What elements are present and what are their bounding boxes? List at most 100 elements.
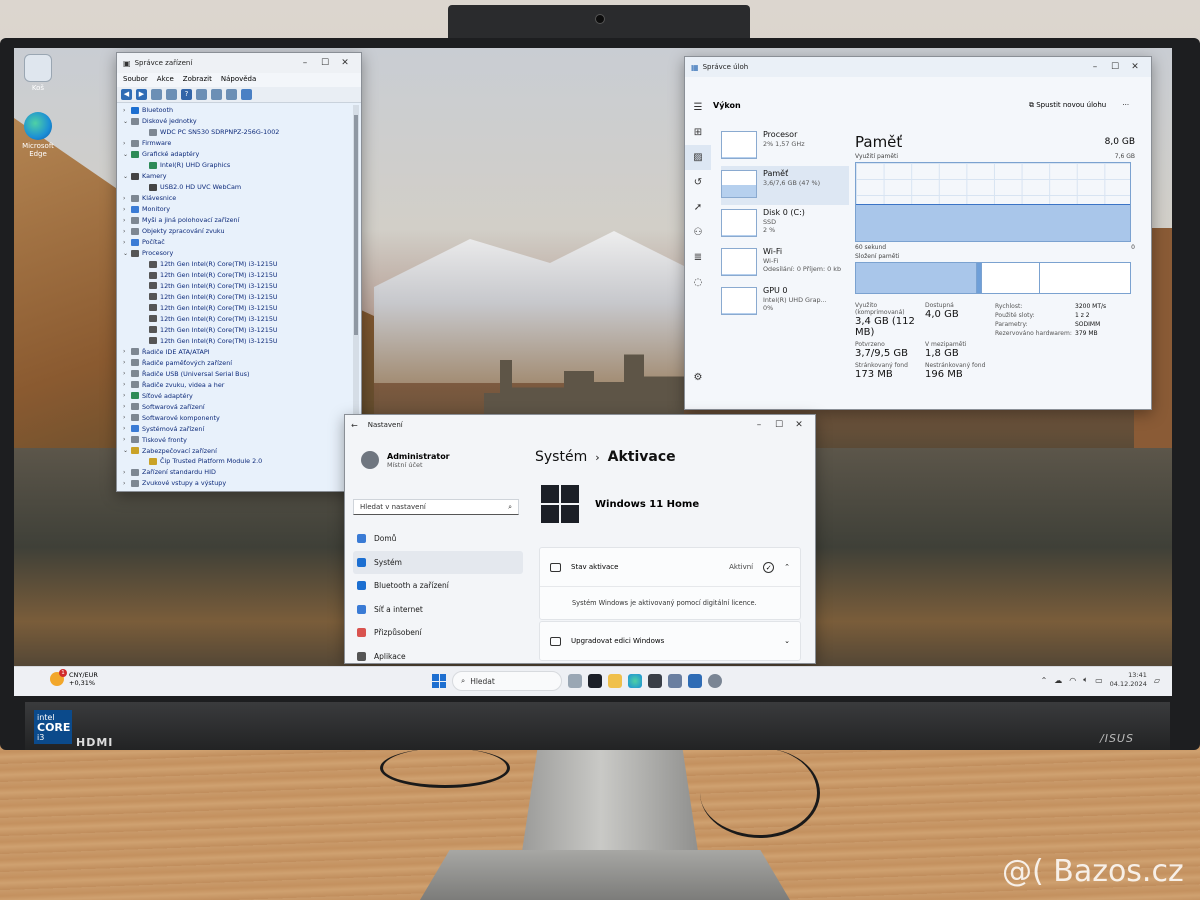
- device-item[interactable]: Čip Trusted Platform Module 2.0: [123, 456, 361, 467]
- device-item[interactable]: 12th Gen Intel(R) Core(TM) i3-1215U: [123, 313, 361, 324]
- device-item[interactable]: 12th Gen Intel(R) Core(TM) i3-1215U: [123, 302, 361, 313]
- user-profile[interactable]: Administrator Místní účet: [361, 451, 450, 469]
- chevron-up-icon[interactable]: ⌃: [1041, 676, 1048, 685]
- chevron-right-icon[interactable]: ›: [123, 359, 131, 366]
- monitor-scan-icon[interactable]: [241, 89, 252, 100]
- device-category[interactable]: › Softwarové komponenty: [123, 412, 361, 423]
- battery-icon[interactable]: ▭: [1095, 676, 1103, 685]
- maximize-button[interactable]: ☐: [769, 420, 789, 430]
- chevron-right-icon[interactable]: ›: [123, 239, 131, 246]
- device-category[interactable]: › Zařízení standardu HID: [123, 467, 361, 478]
- device-item[interactable]: 12th Gen Intel(R) Core(TM) i3-1215U: [123, 270, 361, 281]
- settings-titlebar[interactable]: ← Nastavení – ☐ ✕: [345, 415, 815, 435]
- maximize-button[interactable]: ☐: [1105, 62, 1125, 72]
- start-button[interactable]: [432, 674, 446, 688]
- resource-item[interactable]: Disk 0 (C:) SSD 2 %: [721, 205, 849, 244]
- nav-item[interactable]: Síť a internet: [353, 598, 523, 622]
- details-list-icon[interactable]: ≣: [685, 245, 711, 270]
- task-manager-titlebar[interactable]: ▦ Správce úloh – ☐ ✕: [685, 57, 1151, 77]
- resource-item[interactable]: Paměť 3,6/7,6 GB (47 %): [721, 166, 849, 205]
- nav-item[interactable]: Bluetooth a zařízení: [353, 574, 523, 598]
- widgets-button[interactable]: 1 CNY/EUR +0,31%: [50, 669, 98, 687]
- services-icon[interactable]: ◌: [685, 270, 711, 295]
- maximize-button[interactable]: ☐: [315, 58, 335, 68]
- device-category[interactable]: › Objekty zpracování zvuku: [123, 226, 361, 237]
- chevron-right-icon[interactable]: ›: [123, 107, 131, 114]
- device-item[interactable]: 12th Gen Intel(R) Core(TM) i3-1215U: [123, 259, 361, 270]
- device-category[interactable]: ⌄ Grafické adaptéry: [123, 149, 361, 160]
- nav-item[interactable]: Přizpůsobení: [353, 621, 523, 645]
- chevron-right-icon[interactable]: ›: [123, 381, 131, 388]
- wifi-icon[interactable]: ◠: [1069, 676, 1076, 685]
- nav-item[interactable]: Aplikace: [353, 645, 523, 664]
- run-new-task-button[interactable]: ⧉ Spustit novou úlohu ···: [1029, 101, 1129, 110]
- close-button[interactable]: ✕: [335, 58, 355, 68]
- chevron-down-icon[interactable]: ⌄: [123, 250, 131, 257]
- device-category[interactable]: › Síťové adaptéry: [123, 390, 361, 401]
- device-item[interactable]: 12th Gen Intel(R) Core(TM) i3-1215U: [123, 291, 361, 302]
- device-item[interactable]: 12th Gen Intel(R) Core(TM) i3-1215U: [123, 281, 361, 292]
- history-icon[interactable]: ↺: [685, 170, 711, 195]
- device-category[interactable]: ⌄ Procesory: [123, 248, 361, 259]
- device-category[interactable]: › Klávesnice: [123, 193, 361, 204]
- notifications-icon[interactable]: ▱: [1154, 676, 1160, 685]
- chevron-down-icon[interactable]: ⌄: [123, 173, 131, 180]
- device-category[interactable]: › Softwarová zařízení: [123, 401, 361, 412]
- device-category[interactable]: › Myši a jiná polohovací zařízení: [123, 215, 361, 226]
- onedrive-icon[interactable]: ☁: [1054, 676, 1062, 685]
- task-manager-taskbar-icon[interactable]: [688, 674, 702, 688]
- back-arrow-icon[interactable]: ←: [351, 421, 358, 430]
- taskbar-search[interactable]: ⌕ Hledat: [452, 671, 562, 691]
- chevron-right-icon[interactable]: ›: [123, 370, 131, 377]
- hamburger-icon[interactable]: ☰: [685, 95, 711, 120]
- device-category[interactable]: › Systémová zařízení: [123, 423, 361, 434]
- minimize-button[interactable]: –: [749, 420, 769, 430]
- device-manager-taskbar-icon[interactable]: [668, 674, 682, 688]
- grid-icon[interactable]: [166, 89, 177, 100]
- performance-icon[interactable]: ▨: [685, 145, 711, 170]
- processes-icon[interactable]: ⊞: [685, 120, 711, 145]
- startup-icon[interactable]: ➚: [685, 195, 711, 220]
- properties-icon[interactable]: [151, 89, 162, 100]
- device-item[interactable]: Intel(R) UHD Graphics: [123, 160, 361, 171]
- nav-item[interactable]: Domů: [353, 527, 523, 551]
- device-category[interactable]: › Zvukové vstupy a výstupy: [123, 478, 361, 489]
- menu-help[interactable]: Nápověda: [221, 75, 256, 85]
- resource-item[interactable]: Wi-Fi Wi-Fi Odesílání: 0 Příjem: 0 kb: [721, 244, 849, 283]
- menu-action[interactable]: Akce: [157, 75, 174, 85]
- upgrade-card[interactable]: Upgradovat edici Windows ⌄: [539, 621, 801, 661]
- copilot-icon[interactable]: [568, 674, 582, 688]
- clock[interactable]: 13:41 04.12.2024: [1110, 671, 1147, 689]
- resource-item[interactable]: GPU 0 Intel(R) UHD Grap... 0%: [721, 283, 849, 322]
- store-icon[interactable]: [648, 674, 662, 688]
- nav-item[interactable]: Systém: [353, 550, 523, 574]
- activation-status-row[interactable]: Stav aktivace Aktivní ✓ ⌃: [540, 548, 800, 586]
- device-category[interactable]: ⌄ Zabezpečovací zařízení: [123, 445, 361, 456]
- close-button[interactable]: ✕: [789, 420, 809, 430]
- device-item[interactable]: 12th Gen Intel(R) Core(TM) i3-1215U: [123, 335, 361, 346]
- edge-taskbar-icon[interactable]: [628, 674, 642, 688]
- chevron-right-icon[interactable]: ›: [123, 228, 131, 235]
- menu-file[interactable]: Soubor: [123, 75, 148, 85]
- desktop-edge[interactable]: Microsoft Edge: [18, 112, 58, 158]
- chevron-right-icon[interactable]: ›: [123, 403, 131, 410]
- device-category[interactable]: › Řadiče zvuku, videa a her: [123, 379, 361, 390]
- minimize-button[interactable]: –: [1085, 62, 1105, 72]
- chevron-down-icon[interactable]: ⌄: [123, 447, 131, 454]
- chevron-down-icon[interactable]: ⌄: [123, 151, 131, 158]
- device-category[interactable]: › Řadiče IDE ATA/ATAPI: [123, 346, 361, 357]
- menu-view[interactable]: Zobrazit: [183, 75, 212, 85]
- help-icon[interactable]: ?: [181, 89, 192, 100]
- settings-search-input[interactable]: Hledat v nastavení ⌕: [353, 499, 519, 515]
- chevron-right-icon[interactable]: ›: [123, 392, 131, 399]
- chevron-right-icon[interactable]: ›: [123, 480, 131, 487]
- volume-icon[interactable]: 🔈︎: [1083, 675, 1088, 685]
- chevron-right-icon[interactable]: ›: [123, 348, 131, 355]
- chevron-right-icon[interactable]: ›: [123, 469, 131, 476]
- details-icon[interactable]: [196, 89, 207, 100]
- chevron-right-icon[interactable]: ›: [123, 425, 131, 432]
- task-view-icon[interactable]: [588, 674, 602, 688]
- breadcrumb-parent[interactable]: Systém: [535, 449, 587, 465]
- chevron-right-icon[interactable]: ›: [123, 414, 131, 421]
- file-explorer-icon[interactable]: [608, 674, 622, 688]
